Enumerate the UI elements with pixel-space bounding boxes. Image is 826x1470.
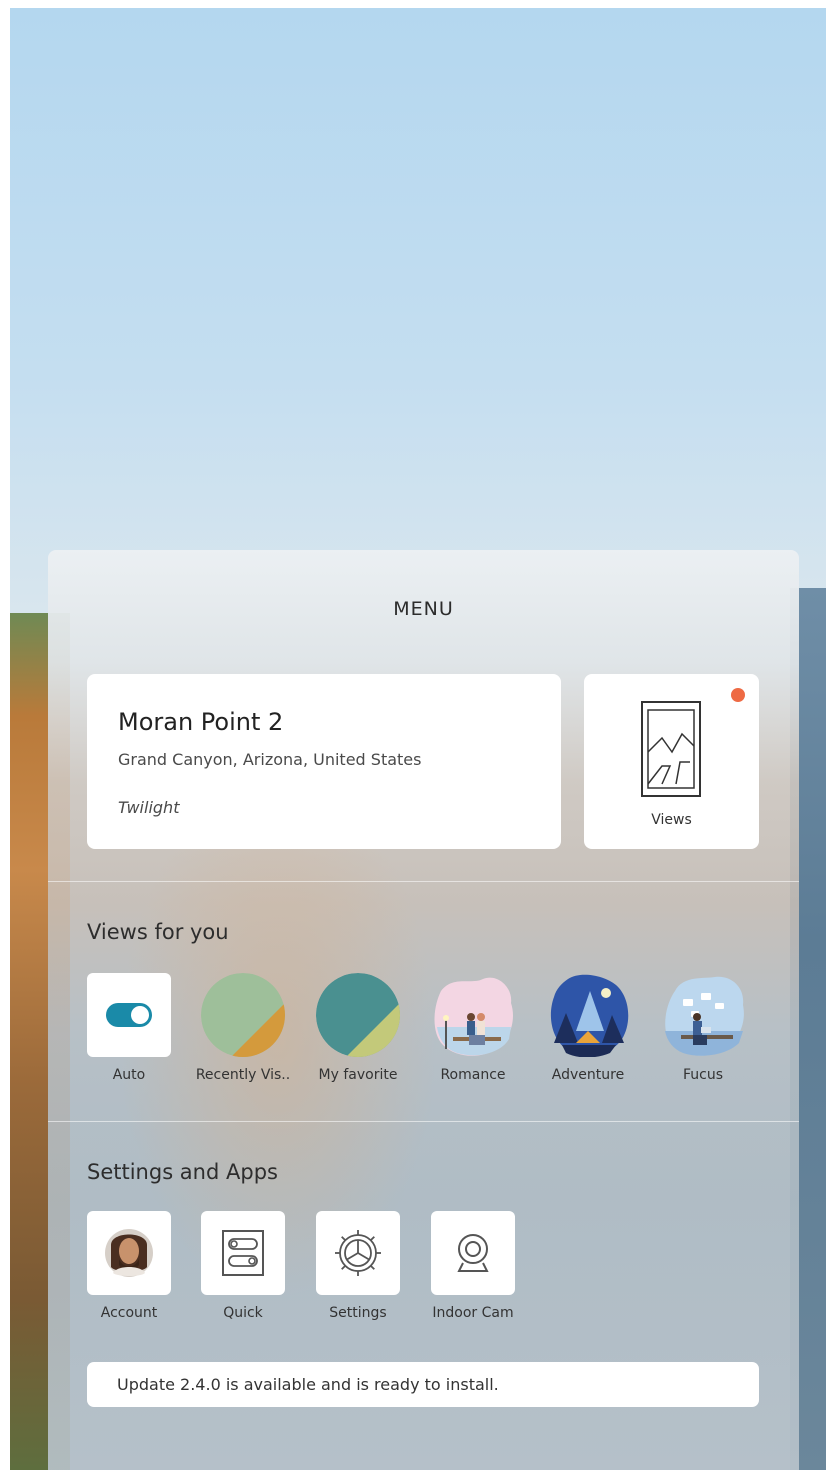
webcam-icon	[457, 1234, 489, 1272]
location-time-of-day: Twilight	[118, 798, 180, 817]
adventure-icon	[550, 974, 629, 1058]
notification-dot	[731, 688, 745, 702]
account-tile	[87, 1211, 171, 1295]
view-adventure-label: Adventure	[551, 1067, 625, 1083]
divider	[48, 881, 799, 882]
view-auto-label: Auto	[112, 1067, 146, 1083]
view-romance[interactable]: Romance	[431, 973, 515, 1083]
window-view-icon	[641, 701, 701, 797]
views-button[interactable]: Views	[584, 674, 759, 849]
settings-tile	[316, 1211, 400, 1295]
view-focus[interactable]: Fucus	[661, 973, 745, 1083]
app-account[interactable]: Account	[87, 1211, 171, 1321]
view-my-favorite[interactable]: My favorite	[316, 973, 400, 1083]
location-card[interactable]: Moran Point 2 Grand Canyon, Arizona, Uni…	[87, 674, 561, 849]
app-account-label: Account	[100, 1305, 158, 1321]
screen: MENU Moran Point 2 Grand Canyon, Arizona…	[10, 8, 826, 1470]
settings-and-apps-title: Settings and Apps	[87, 1160, 278, 1184]
quick-toggles-icon	[222, 1230, 264, 1276]
app-settings-label: Settings	[329, 1305, 387, 1321]
quick-tile	[201, 1211, 285, 1295]
menu-title: MENU	[393, 598, 454, 620]
view-my-favorite-label: My favorite	[318, 1067, 398, 1083]
focus-icon	[665, 976, 744, 1056]
view-romance-label: Romance	[440, 1067, 506, 1083]
toggle-icon	[106, 1003, 152, 1027]
view-recently-visited-label: Recently Vis..	[195, 1067, 291, 1083]
app-indoor-cam-label: Indoor Cam	[432, 1305, 514, 1321]
view-recently-visited[interactable]: Recently Vis..	[196, 973, 290, 1083]
views-label: Views	[651, 812, 692, 828]
update-banner[interactable]: Update 2.4.0 is available and is ready t…	[87, 1362, 759, 1407]
location-name: Moran Point 2	[118, 708, 284, 736]
update-message: Update 2.4.0 is available and is ready t…	[117, 1375, 499, 1394]
app-indoor-cam[interactable]: Indoor Cam	[431, 1211, 515, 1321]
romance-icon	[434, 977, 513, 1056]
views-for-you-title: Views for you	[87, 920, 229, 944]
app-quick[interactable]: Quick	[201, 1211, 285, 1321]
menu-panel: MENU Moran Point 2 Grand Canyon, Arizona…	[48, 550, 799, 1470]
app-settings[interactable]: Settings	[316, 1211, 400, 1321]
view-auto[interactable]: Auto	[87, 973, 171, 1083]
app-quick-label: Quick	[223, 1305, 263, 1321]
gear-icon	[335, 1230, 381, 1276]
favorite-icon	[316, 973, 400, 1057]
view-focus-label: Fucus	[682, 1067, 724, 1083]
indoor-cam-tile	[431, 1211, 515, 1295]
auto-tile	[87, 973, 171, 1057]
divider	[48, 1121, 799, 1122]
avatar-icon	[105, 1229, 153, 1277]
location-region: Grand Canyon, Arizona, United States	[118, 750, 422, 769]
recently-visited-icon	[201, 973, 285, 1057]
toggle-knob	[131, 1006, 149, 1024]
view-adventure[interactable]: Adventure	[546, 973, 630, 1083]
